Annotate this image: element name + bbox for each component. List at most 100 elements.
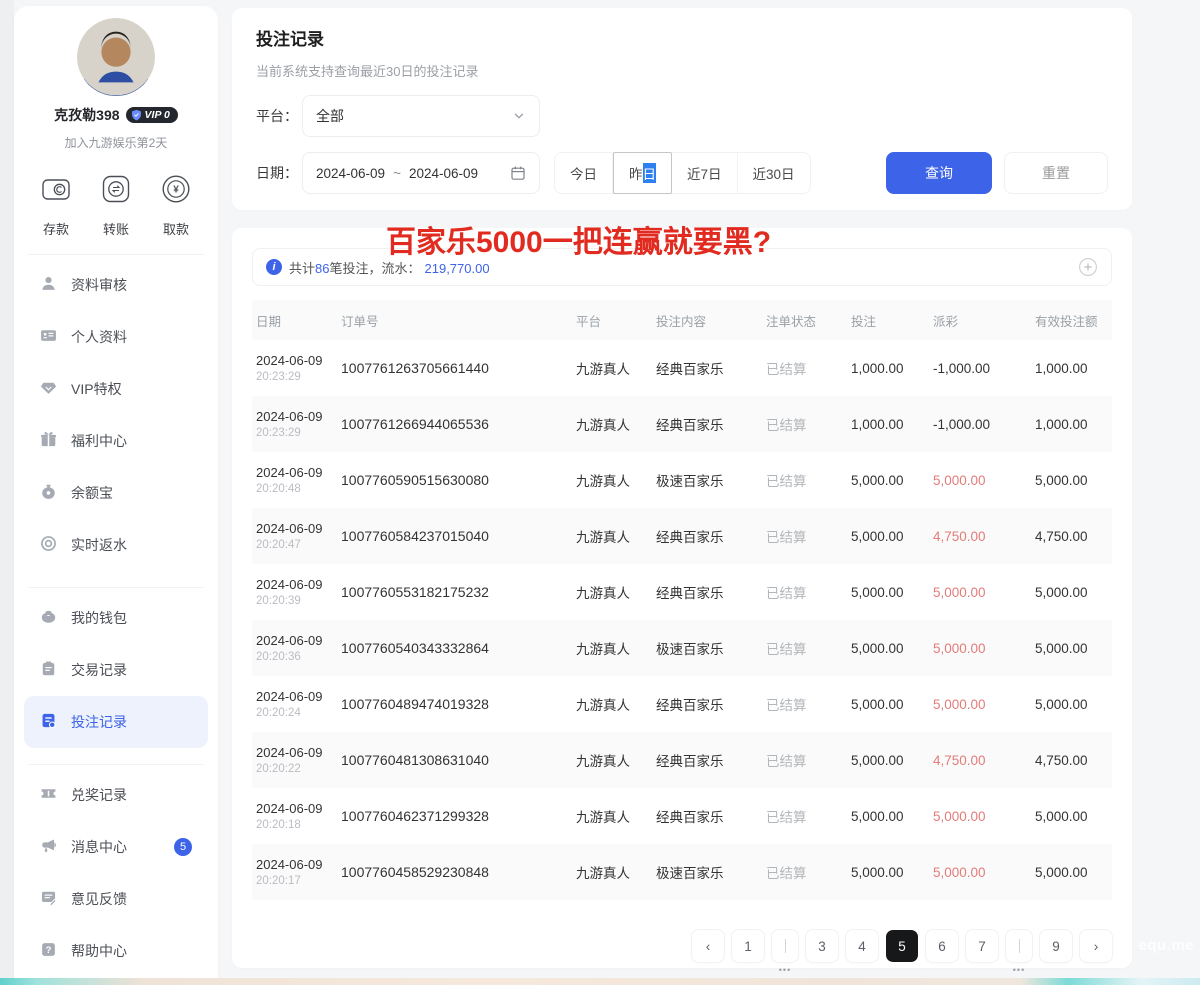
sidebar-item-gift[interactable]: 福利中心 [24,415,208,467]
cell-payout: 5,000.00 [929,473,1031,488]
table-header-row: 日期订单号平台投注内容注单状态投注派彩有效投注额 [252,300,1112,340]
date-quick-ranges: 今日昨日近7日近30日 [554,152,811,194]
cell-order-number: 1007760540343332864 [337,640,572,656]
page-number-5[interactable]: 5 [886,930,918,962]
sidebar-item-megaphone[interactable]: 消息中心5 [24,821,208,873]
betting-records-page: 克孜勒398 VIP 0 加入九游娱乐第2天 存款转账¥取款 资料审核个人资料V… [0,0,1200,985]
cell-order-number: 1007760584237015040 [337,528,572,544]
sidebar-item-doc[interactable]: 投注记录 [24,696,208,748]
profile-section: 克孜勒398 VIP 0 加入九游娱乐第2天 存款转账¥取款 [14,6,218,238]
cell-platform: 九游真人 [572,526,652,546]
ticket-icon [40,785,57,805]
sidebar-item-label: 实时返水 [71,535,127,555]
column-header: 有效投注额 [1031,311,1112,330]
page-number-1[interactable]: 1 [732,930,764,962]
date-label: 日期： [256,163,302,183]
cell-order-number: 1007761266944065536 [337,416,572,432]
sidebar-item-label: 我的钱包 [71,608,127,628]
sidebar-item-question[interactable]: ?帮助中心 [24,925,208,977]
cell-bet-amount: 5,000.00 [847,529,929,544]
page-number-4[interactable]: 4 [846,930,878,962]
cell-bet-amount: 5,000.00 [847,697,929,712]
watermark: equ.me [1138,937,1194,954]
column-header: 派彩 [929,311,1031,330]
cell-valid-amount: 5,000.00 [1031,585,1112,600]
cell-platform: 九游真人 [572,582,652,602]
page-ellipsis[interactable]: ••• [772,930,798,962]
date-range-input[interactable]: 2024-06-09 ~ 2024-06-09 [302,152,540,194]
quick-action-transfer[interactable]: 转账 [98,171,134,238]
range-button[interactable]: 近30日 [738,153,810,193]
table-row: 2024-06-0920:20:241007760489474019328九游真… [252,676,1112,732]
sidebar-item-person[interactable]: 资料审核 [24,259,208,311]
shield-icon [131,109,142,121]
search-button[interactable]: 查询 [886,152,992,194]
table-row: 2024-06-0920:20:181007760462371299328九游真… [252,788,1112,844]
sidebar-item-feedback[interactable]: 意见反馈 [24,873,208,925]
summary-bar: i 共计86笔投注，流水：219,770.00 [252,248,1112,286]
avatar[interactable] [77,18,155,96]
sidebar-item-clipboard[interactable]: 交易记录 [24,644,208,696]
cell-platform: 九游真人 [572,862,652,882]
cell-order-number: 1007760481308631040 [337,752,572,768]
cell-date: 2024-06-0920:23:29 [252,409,337,439]
page-ellipsis[interactable]: ••• [1006,930,1032,962]
platform-select[interactable]: 全部 [302,95,540,137]
page-number-6[interactable]: 6 [926,930,958,962]
range-button[interactable]: 昨日 [613,152,672,194]
sidebar-item-moneybag[interactable]: 余额宝 [24,467,208,519]
table-card: i 共计86笔投注，流水：219,770.00 日期订单号平台投注内容注单状态投… [232,228,1132,968]
piggy-icon [40,608,57,628]
cell-status: 已结算 [762,414,847,434]
sidebar-item-ticket[interactable]: 兑奖记录 [24,769,208,821]
column-header: 平台 [572,311,652,330]
cell-date: 2024-06-0920:23:29 [252,353,337,383]
cell-bet-amount: 5,000.00 [847,585,929,600]
menu-group-misc: 兑奖记录消息中心5 意见反馈 ?帮助中心 [14,765,218,977]
reset-button[interactable]: 重置 [1004,152,1108,194]
quick-action-deposit[interactable]: 存款 [38,171,74,238]
clipboard-icon [40,660,57,680]
cell-bet-content: 经典百家乐 [652,806,762,826]
cell-bet-amount: 5,000.00 [847,865,929,880]
page-subtitle: 当前系统支持查询最近30日的投注记录 [256,61,1108,80]
sidebar-item-diamond[interactable]: VIP特权 [24,363,208,415]
cell-platform: 九游真人 [572,806,652,826]
vip-badge[interactable]: VIP 0 [126,107,178,123]
doc-icon [40,712,57,732]
page-prev-button[interactable]: ‹ [692,930,724,962]
cell-bet-amount: 5,000.00 [847,809,929,824]
range-button[interactable]: 今日 [555,153,613,193]
cell-date: 2024-06-0920:20:47 [252,521,337,551]
cell-status: 已结算 [762,470,847,490]
cell-valid-amount: 1,000.00 [1031,417,1112,432]
range-button[interactable]: 近7日 [672,153,738,193]
page-number-9[interactable]: 9 [1040,930,1072,962]
quick-action-label: 转账 [103,219,129,238]
cell-platform: 九游真人 [572,470,652,490]
cell-status: 已结算 [762,862,847,882]
cell-bet-content: 经典百家乐 [652,414,762,434]
page-number-7[interactable]: 7 [966,930,998,962]
date-to: 2024-06-09 [409,166,478,181]
cell-status: 已结算 [762,694,847,714]
date-from: 2024-06-09 [316,166,385,181]
left-gutter [0,0,14,985]
table-row: 2024-06-0920:20:471007760584237015040九游真… [252,508,1112,564]
chevron-down-icon [512,109,526,123]
page-next-button[interactable]: › [1080,930,1112,962]
circle-plus-icon[interactable] [1078,257,1098,277]
cell-bet-amount: 1,000.00 [847,361,929,376]
date-separator: ~ [393,166,401,181]
sidebar-item-piggy[interactable]: 我的钱包 [24,592,208,644]
cell-bet-content: 经典百家乐 [652,526,762,546]
quick-actions: 存款转账 ¥取款 [14,171,218,238]
cell-bet-amount: 5,000.00 [847,473,929,488]
page-number-3[interactable]: 3 [806,930,838,962]
sidebar-item-idcard[interactable]: 个人资料 [24,311,208,363]
cell-payout: 5,000.00 [929,697,1031,712]
sidebar-item-label: 意见反馈 [71,889,127,909]
sidebar-item-target[interactable]: 实时返水 [24,519,208,571]
cell-valid-amount: 5,000.00 [1031,641,1112,656]
quick-action-withdraw[interactable]: ¥取款 [158,171,194,238]
